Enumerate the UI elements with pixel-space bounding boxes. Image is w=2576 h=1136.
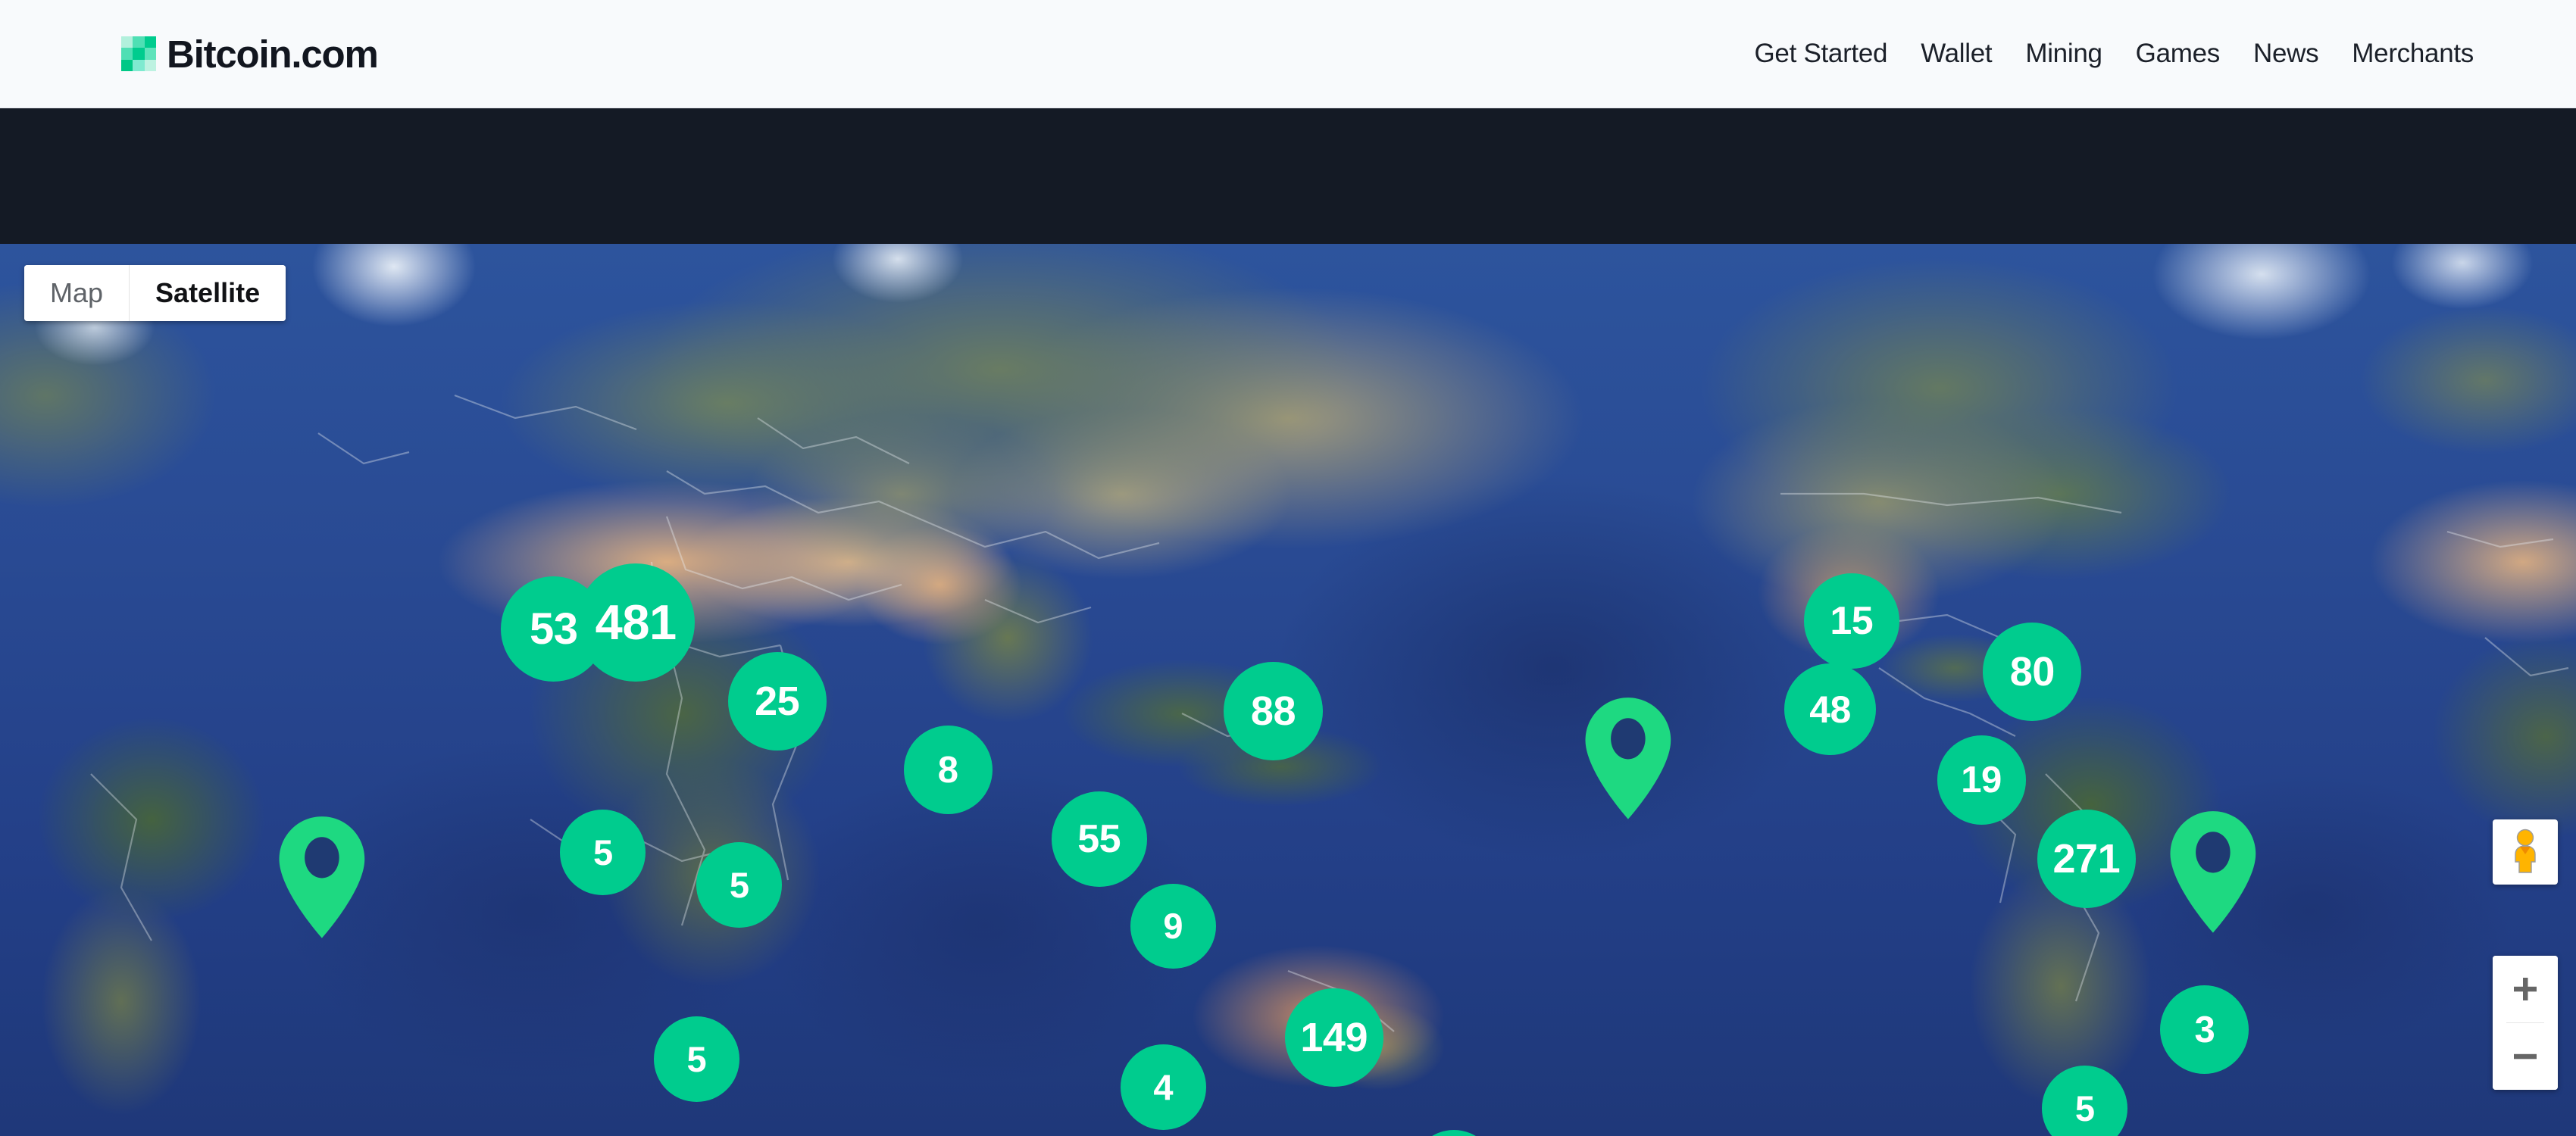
minus-icon xyxy=(2514,1053,2537,1060)
cluster-count-label: 88 xyxy=(1250,688,1296,734)
street-view-pegman-button[interactable] xyxy=(2493,819,2558,885)
cluster-count-label: 19 xyxy=(1961,759,2002,801)
map-location-pin[interactable] xyxy=(274,815,370,940)
basemap-button-satellite[interactable]: Satellite xyxy=(129,265,286,321)
map-pin-icon xyxy=(1585,698,1671,819)
plus-icon xyxy=(2514,978,2537,1000)
nav-item-get-started[interactable]: Get Started xyxy=(1755,39,1888,69)
zoom-in-button[interactable] xyxy=(2493,956,2558,1022)
nav-item-news[interactable]: News xyxy=(2253,39,2319,69)
dark-banner-band xyxy=(0,108,2576,244)
map-cluster-marker[interactable]: 5 xyxy=(696,842,783,928)
cluster-count-label: 4 xyxy=(1153,1066,1173,1107)
map-cluster-marker[interactable]: 149 xyxy=(1284,988,1383,1088)
nav-item-mining[interactable]: Mining xyxy=(2025,39,2102,69)
map-cluster-marker[interactable]: 25 xyxy=(727,651,827,751)
map-cluster-marker[interactable]: 481 xyxy=(577,563,696,682)
cluster-count-label: 53 xyxy=(529,604,578,654)
cluster-count-label: 15 xyxy=(1830,598,1874,643)
basemap-button-map[interactable]: Map xyxy=(24,265,130,321)
map-region[interactable]: Map Satellite 53 481 25 8 5 5 5 88 55 9 4 149 15 48 80… xyxy=(0,244,2576,1136)
cluster-count-label: 8 xyxy=(937,749,958,791)
cluster-count-label: 481 xyxy=(595,595,677,651)
map-cluster-marker[interactable]: 3 xyxy=(2160,985,2249,1075)
map-location-pin[interactable] xyxy=(1580,696,1676,821)
zoom-out-button[interactable] xyxy=(2493,1023,2558,1090)
map-cluster-marker[interactable]: 5 xyxy=(654,1016,739,1102)
map-cluster-marker[interactable]: 15 xyxy=(1803,573,1899,669)
cluster-count-label: 9 xyxy=(1163,906,1183,947)
map-cluster-marker[interactable]: 55 xyxy=(1051,791,1147,887)
map-cluster-marker[interactable]: 271 xyxy=(2037,810,2136,909)
cluster-count-label: 3 xyxy=(2194,1009,2215,1050)
map-cluster-marker[interactable]: 88 xyxy=(1224,661,1323,760)
bitcoin-com-pixel-logo-icon xyxy=(121,36,156,71)
basemap-type-toggle[interactable]: Map Satellite xyxy=(24,265,286,321)
main-navigation: Get Started Wallet Mining Games News Mer… xyxy=(1755,39,2474,69)
cluster-count-label: 25 xyxy=(755,678,800,724)
map-cluster-marker[interactable]: 9 xyxy=(1130,883,1216,969)
map-cluster-marker[interactable]: 48 xyxy=(1784,663,1877,756)
cluster-count-label: 271 xyxy=(2052,836,2121,882)
cluster-count-label: 80 xyxy=(2009,648,2055,694)
nav-item-wallet[interactable]: Wallet xyxy=(1921,39,1992,69)
cluster-count-label: 5 xyxy=(686,1039,707,1080)
map-cluster-marker[interactable]: 4 xyxy=(1120,1044,1206,1130)
cluster-count-label: 5 xyxy=(729,865,749,906)
nav-item-games[interactable]: Games xyxy=(2136,39,2221,69)
cluster-count-label: 149 xyxy=(1300,1015,1368,1061)
pegman-icon xyxy=(2515,829,2536,873)
site-header: Bitcoin.com Get Started Wallet Mining Ga… xyxy=(0,0,2576,108)
cluster-count-label: 55 xyxy=(1077,817,1121,862)
nav-item-merchants[interactable]: Merchants xyxy=(2352,39,2474,69)
brand-logo-link[interactable]: Bitcoin.com xyxy=(121,32,379,76)
map-location-pin[interactable] xyxy=(2165,810,2261,935)
map-pin-icon xyxy=(279,816,365,938)
brand-wordmark: Bitcoin.com xyxy=(167,32,379,76)
map-cluster-marker[interactable]: 19 xyxy=(1937,735,2026,825)
cluster-count-label: 5 xyxy=(2074,1088,2095,1129)
map-cluster-marker[interactable]: 8 xyxy=(903,726,993,815)
cluster-count-label: 48 xyxy=(1809,688,1851,731)
map-pin-icon xyxy=(2170,811,2256,933)
cluster-count-label: 5 xyxy=(592,832,613,872)
map-cluster-marker[interactable]: 80 xyxy=(1983,622,2082,721)
map-cluster-marker[interactable]: 5 xyxy=(560,810,646,895)
map-zoom-controls[interactable] xyxy=(2493,956,2558,1090)
